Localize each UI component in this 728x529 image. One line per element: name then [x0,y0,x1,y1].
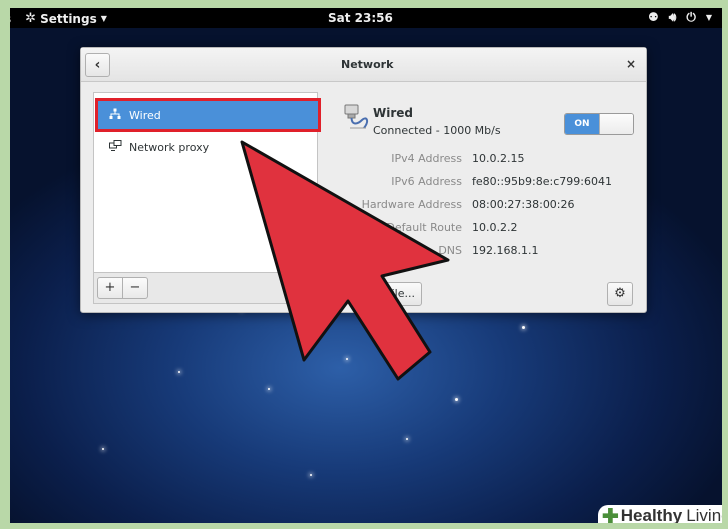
chevron-down-icon[interactable]: ▼ [101,14,107,23]
connection-name: Wired [373,106,413,120]
network-status-icon[interactable]: ⚉ [648,10,659,25]
gear-icon[interactable]: ⚙ [607,282,633,306]
ipv6-value: fe80::95b9:8e:c799:6041 [472,175,612,188]
add-profile-button[interactable]: file... [364,282,422,306]
watermark-word-2: Living [686,506,722,523]
detail-label-cell: Hardware Address [321,198,462,214]
power-icon[interactable]: ⏻ [686,10,696,25]
window-title: Network [341,58,394,71]
activities-fragment[interactable]: s [10,12,11,26]
dns-value: 192.168.1.1 [472,244,539,257]
star [522,326,525,329]
ipv4-value: 10.0.2.15 [472,152,525,165]
ethernet-cable-icon [344,104,372,132]
detail-value-cell: fe80::95b9:8e:c799:6041 [462,175,642,191]
dns-label: DNS [438,244,462,257]
sidebar-item-label: Wired [129,108,161,122]
connection-status: Connected - 1000 Mb/s [373,124,501,137]
detail-value-cell: 10.0.2.2 [462,221,642,237]
hardware-address-label: Hardware Address [361,198,462,211]
close-icon[interactable]: × [626,57,636,71]
star [406,438,408,440]
tray-chevron-down-icon[interactable]: ▼ [706,10,712,25]
star [455,398,458,401]
detail-label-cell: IPv6 Address [321,175,462,191]
sidebar-item-label: Network proxy [129,140,210,154]
network-settings-window: ‹ Network × Wired Network proxy + − Wire… [80,47,647,313]
hardware-address-value: 08:00:27:38:00:26 [472,198,575,211]
detail-value-cell: 10.0.2.15 [462,152,642,168]
star [102,448,104,450]
device-list: Wired Network proxy + − [93,92,321,304]
detail-value-cell: 08:00:27:38:00:26 [462,198,642,214]
detail-value-cell: 192.168.1.1 [462,244,642,260]
wired-network-icon [109,108,129,123]
healthy-living-watermark: ✚ Healthy Living [598,505,722,523]
back-button[interactable]: ‹ [85,53,110,77]
title-bar: ‹ Network × [81,48,646,82]
app-menu-label[interactable]: Settings [40,12,97,26]
ipv6-label: IPv6 Address [391,175,462,188]
desktop-background: s ✲ Settings ▼ Sat 23:56 ⚉ 🔊︎ ⏻ ▼ ‹ Netw… [10,8,722,523]
connection-toggle-switch[interactable]: ON [564,113,634,135]
switch-on-label: ON [565,114,599,134]
remove-connection-button[interactable]: − [122,277,148,299]
add-connection-button[interactable]: + [97,277,123,299]
clock[interactable]: Sat 23:56 [328,11,393,25]
sidebar-item-wired[interactable]: Wired [95,98,321,132]
default-route-label: Default Route [386,221,462,234]
star [310,474,312,476]
system-tray[interactable]: ⚉ 🔊︎ ⏻ ▼ [648,10,712,25]
switch-knob[interactable] [599,114,633,134]
star [346,358,348,360]
proxy-icon [109,139,129,155]
detail-label-cell: Default Route [321,221,462,237]
plus-logo-icon: ✚ [602,505,619,524]
detail-label-cell: IPv4 Address [321,152,462,168]
detail-label-cell: DNS [321,244,462,260]
top-bar: s ✲ Settings ▼ Sat 23:56 ⚉ 🔊︎ ⏻ ▼ [10,8,722,28]
star [178,371,180,373]
default-route-value: 10.0.2.2 [472,221,518,234]
sidebar-item-network-proxy[interactable]: Network proxy [97,132,319,162]
volume-icon[interactable]: 🔊︎ [669,10,677,25]
ipv4-label: IPv4 Address [391,152,462,165]
device-list-toolbar: + − [94,272,317,303]
settings-app-icon[interactable]: ✲ [25,11,36,26]
star [268,388,270,390]
watermark-word-1: Healthy [620,506,683,523]
